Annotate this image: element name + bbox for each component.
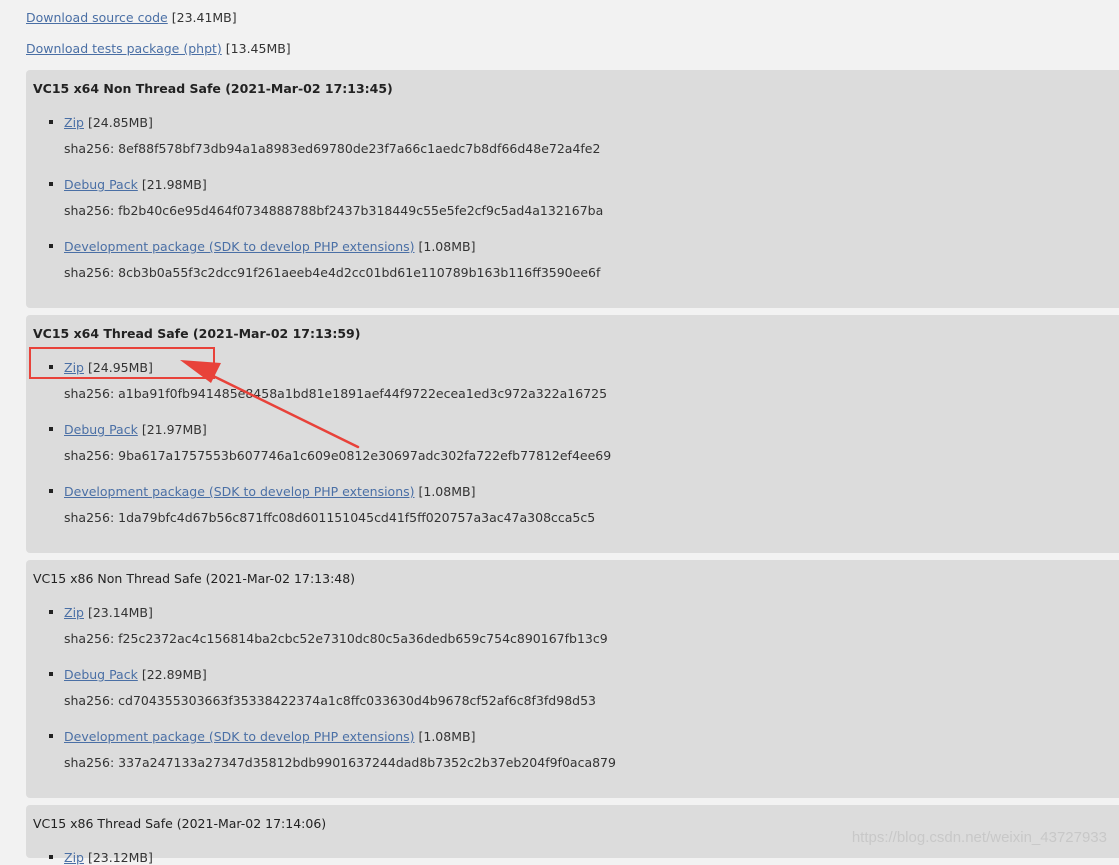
bullet-icon [49, 182, 53, 186]
watermark-text: https://blog.csdn.net/weixin_43727933 [851, 829, 1107, 846]
download-tests-line: Download tests package (phpt) [13.45MB] [26, 41, 291, 56]
zip-link[interactable]: Zip [64, 605, 84, 620]
download-tests-package-link[interactable]: Download tests package (phpt) [26, 41, 222, 56]
sha256-text: sha256: f25c2372ac4c156814ba2cbc52e7310d… [64, 631, 608, 646]
download-source-line: Download source code [23.41MB] [26, 10, 237, 25]
sha256-text: sha256: 8cb3b0a55f3c2dcc91f261aeeb4e4d2c… [64, 265, 601, 280]
file-size: [22.89MB] [141, 667, 207, 682]
development-package-link[interactable]: Development package (SDK to develop PHP … [64, 729, 415, 744]
bullet-icon [49, 120, 53, 124]
download-source-size: [23.41MB] [171, 10, 237, 25]
bullet-icon [49, 489, 53, 493]
debug-pack-link[interactable]: Debug Pack [64, 667, 138, 682]
development-package-link[interactable]: Development package (SDK to develop PHP … [64, 239, 415, 254]
bullet-icon [49, 734, 53, 738]
file-size: [1.08MB] [418, 484, 476, 499]
list-item-dev-package: Development package (SDK to develop PHP … [49, 239, 476, 254]
panel-title: VC15 x86 Thread Safe (2021-Mar-02 17:14:… [33, 816, 327, 831]
sha256-text: sha256: 9ba617a1757553b607746a1c609e0812… [64, 448, 612, 463]
sha256-text: sha256: 1da79bfc4d67b56c871ffc08d6011510… [64, 510, 596, 525]
download-tests-size: [13.45MB] [225, 41, 291, 56]
list-item-zip: Zip [24.85MB] [49, 115, 153, 130]
sha256-text: sha256: 337a247133a27347d35812bdb9901637… [64, 755, 616, 770]
zip-link[interactable]: Zip [64, 115, 84, 130]
sha256-text: sha256: 8ef88f578bf73db94a1a8983ed69780d… [64, 141, 601, 156]
list-item-debug-pack: Debug Pack [21.98MB] [49, 177, 207, 192]
file-size: [21.97MB] [141, 422, 207, 437]
sha256-text: sha256: cd704355303663f35338422374a1c8ff… [64, 693, 596, 708]
panel-vc15-x86-nts: VC15 x86 Non Thread Safe (2021-Mar-02 17… [26, 560, 1119, 798]
bullet-icon [49, 672, 53, 676]
annotation-highlight-box [29, 347, 215, 379]
debug-pack-link[interactable]: Debug Pack [64, 422, 138, 437]
debug-pack-link[interactable]: Debug Pack [64, 177, 138, 192]
list-item-debug-pack: Debug Pack [21.97MB] [49, 422, 207, 437]
bullet-icon [49, 427, 53, 431]
panel-vc15-x64-nts: VC15 x64 Non Thread Safe (2021-Mar-02 17… [26, 70, 1119, 308]
bullet-icon [49, 610, 53, 614]
list-item-zip: Zip [23.14MB] [49, 605, 153, 620]
development-package-link[interactable]: Development package (SDK to develop PHP … [64, 484, 415, 499]
file-size: [24.85MB] [87, 115, 153, 130]
bullet-icon [49, 855, 53, 859]
php-downloads-page: Download source code [23.41MB] Download … [0, 0, 1119, 865]
bullet-icon [49, 244, 53, 248]
list-item-debug-pack: Debug Pack [22.89MB] [49, 667, 207, 682]
panel-title: VC15 x64 Non Thread Safe (2021-Mar-02 17… [33, 81, 393, 96]
panel-title: VC15 x86 Non Thread Safe (2021-Mar-02 17… [33, 571, 356, 586]
list-item-dev-package: Development package (SDK to develop PHP … [49, 729, 476, 744]
file-size: [1.08MB] [418, 239, 476, 254]
file-size: [1.08MB] [418, 729, 476, 744]
sha256-text: sha256: fb2b40c6e95d464f0734888788bf2437… [64, 203, 604, 218]
panel-title: VC15 x64 Thread Safe (2021-Mar-02 17:13:… [33, 326, 361, 341]
list-item-dev-package: Development package (SDK to develop PHP … [49, 484, 476, 499]
sha256-text: sha256: a1ba91f0fb941485e8458a1bd81e1891… [64, 386, 608, 401]
file-size: [21.98MB] [141, 177, 207, 192]
file-size: [23.14MB] [87, 605, 153, 620]
download-source-code-link[interactable]: Download source code [26, 10, 168, 25]
